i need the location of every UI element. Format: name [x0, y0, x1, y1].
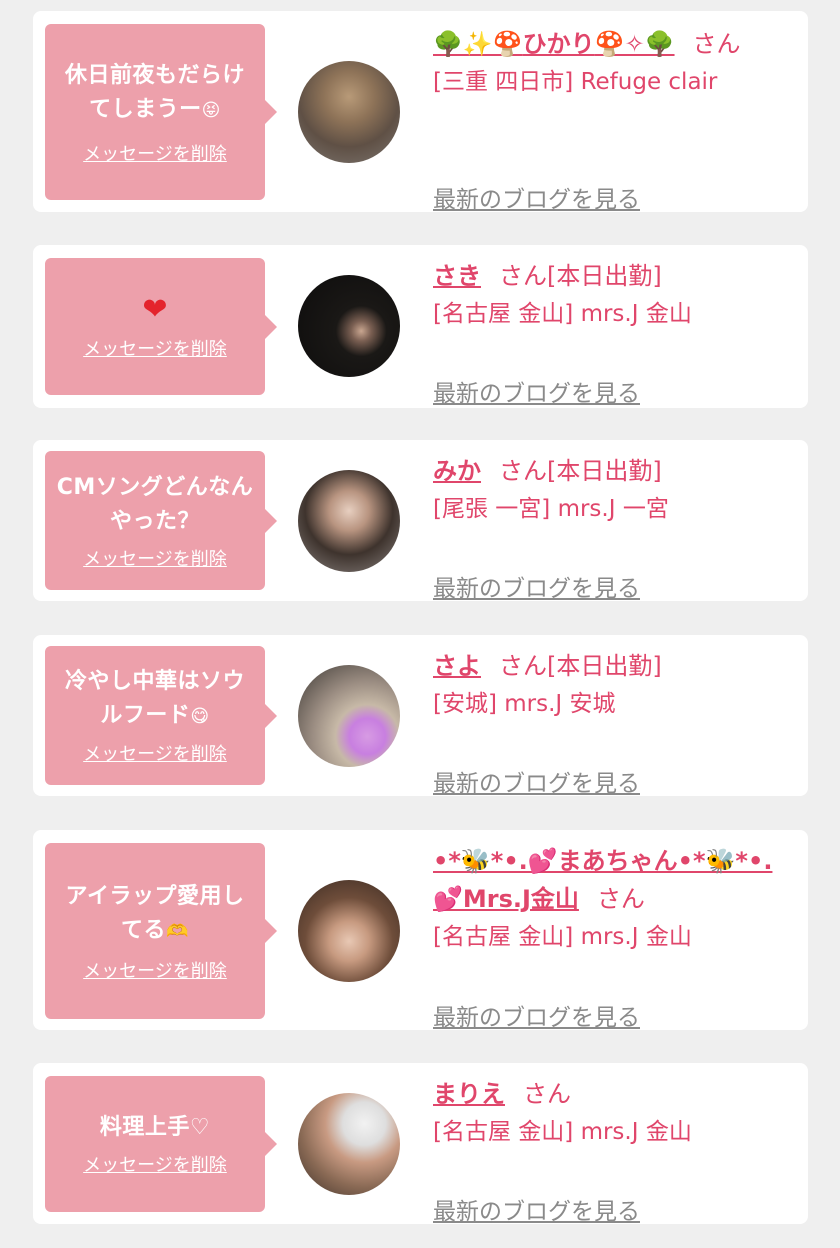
- shop-info: [三重 四日市] Refuge clair: [433, 69, 718, 95]
- heart-icon: ❤: [142, 291, 168, 327]
- honorific: さん: [499, 652, 547, 680]
- message-bubble: ❤ メッセージを削除: [45, 258, 277, 395]
- message-bubble: CMソングどんなんやった？ メッセージを削除: [45, 451, 277, 590]
- shop-info: [名古屋 金山] mrs.J 金山: [433, 301, 692, 327]
- message-bubble: 休日前夜もだらけてしまうー😝 メッセージを削除: [45, 24, 277, 200]
- name-line: まりえ さん: [433, 1077, 793, 1111]
- name-line: •*🐝*•.💕まあちゃん•*🐝*•.: [433, 844, 793, 878]
- message-card: アイラップ愛用してる🫶 メッセージを削除 •*🐝*•.💕まあちゃん•*🐝*•. …: [33, 830, 808, 1032]
- shop-info: [尾張 一宮] mrs.J 一宮: [433, 496, 669, 522]
- message-card: 休日前夜もだらけてしまうー😝 メッセージを削除 🌳✨🍄ひかり🍄✧🌳 さん [三重 …: [33, 11, 808, 214]
- latest-blog-link[interactable]: 最新のブログを見る: [433, 569, 640, 603]
- latest-blog-link[interactable]: 最新のブログを見る: [433, 998, 640, 1032]
- message-text: アイラップ愛用してる🫶: [65, 883, 245, 943]
- delete-message-link[interactable]: メッセージを削除: [83, 740, 227, 766]
- honorific: さん: [596, 885, 645, 913]
- message-bubble: アイラップ愛用してる🫶 メッセージを削除: [45, 843, 277, 1019]
- emoji-icon: 😝: [201, 99, 221, 121]
- status-badge: [本日出勤]: [547, 652, 662, 680]
- avatar[interactable]: [298, 1093, 400, 1195]
- delete-message-link[interactable]: メッセージを削除: [83, 1151, 227, 1177]
- emoji-icon: 😋: [190, 706, 210, 727]
- honorific: さん: [499, 262, 547, 290]
- emoji-icon: 🫶: [166, 920, 189, 942]
- message-card: ❤ メッセージを削除 さき さん[本日出勤] [名古屋 金山] mrs.J 金山 …: [33, 245, 808, 408]
- profile-name-link[interactable]: みか: [433, 457, 481, 485]
- honorific: さん: [692, 30, 741, 58]
- message-text: 料理上手♡: [99, 1115, 211, 1140]
- message-card: CMソングどんなんやった？ メッセージを削除 みか さん[本日出勤] [尾張 一宮…: [33, 440, 808, 603]
- avatar[interactable]: [298, 665, 400, 767]
- profile-name-link-line1[interactable]: •*🐝*•.💕まあちゃん•*🐝*•.: [433, 847, 772, 875]
- message-card: 料理上手♡ メッセージを削除 まりえ さん [名古屋 金山] mrs.J 金山 最…: [33, 1063, 808, 1226]
- latest-blog-link[interactable]: 最新のブログを見る: [433, 1192, 640, 1226]
- delete-message-link[interactable]: メッセージを削除: [83, 335, 227, 361]
- profile-name-link-line2[interactable]: 💕Mrs.J金山: [433, 885, 579, 913]
- shop-info: [安城] mrs.J 安城: [433, 691, 616, 717]
- message-text: CMソングどんなんやった？: [56, 474, 254, 534]
- profile-name-link[interactable]: まりえ: [433, 1080, 505, 1108]
- name-line: みか さん[本日出勤]: [433, 454, 793, 488]
- message-text: 休日前夜もだらけてしまうー😝: [64, 62, 245, 122]
- message-card: 冷やし中華はソウルフード😋 メッセージを削除 さよ さん[本日出勤] [安城] m…: [33, 635, 808, 798]
- delete-message-link[interactable]: メッセージを削除: [83, 545, 227, 571]
- avatar[interactable]: [298, 275, 400, 377]
- honorific: さん: [523, 1080, 571, 1108]
- delete-message-link[interactable]: メッセージを削除: [83, 140, 227, 166]
- message-bubble: 料理上手♡ メッセージを削除: [45, 1076, 277, 1212]
- delete-message-link[interactable]: メッセージを削除: [83, 957, 227, 983]
- name-line: 🌳✨🍄ひかり🍄✧🌳 さん: [433, 27, 793, 61]
- honorific: さん: [499, 457, 547, 485]
- status-badge: [本日出勤]: [547, 262, 662, 290]
- name-line: さき さん[本日出勤]: [433, 259, 793, 293]
- status-badge: [本日出勤]: [547, 457, 662, 485]
- avatar[interactable]: [298, 61, 400, 163]
- message-bubble: 冷やし中華はソウルフード😋 メッセージを削除: [45, 646, 277, 785]
- avatar[interactable]: [298, 880, 400, 982]
- latest-blog-link[interactable]: 最新のブログを見る: [433, 764, 640, 798]
- name-line: さよ さん[本日出勤]: [433, 649, 793, 683]
- shop-info: [名古屋 金山] mrs.J 金山: [433, 1119, 692, 1145]
- latest-blog-link[interactable]: 最新のブログを見る: [433, 374, 640, 408]
- profile-name-link[interactable]: 🌳✨🍄ひかり🍄✧🌳: [433, 30, 675, 58]
- avatar[interactable]: [298, 470, 400, 572]
- latest-blog-link[interactable]: 最新のブログを見る: [433, 180, 640, 214]
- profile-name-link[interactable]: さき: [433, 262, 481, 290]
- profile-name-link[interactable]: さよ: [433, 652, 481, 680]
- name-line: 💕Mrs.J金山 さん: [433, 882, 793, 916]
- shop-info: [名古屋 金山] mrs.J 金山: [433, 924, 692, 950]
- message-text: 冷やし中華はソウルフード😋: [64, 669, 245, 728]
